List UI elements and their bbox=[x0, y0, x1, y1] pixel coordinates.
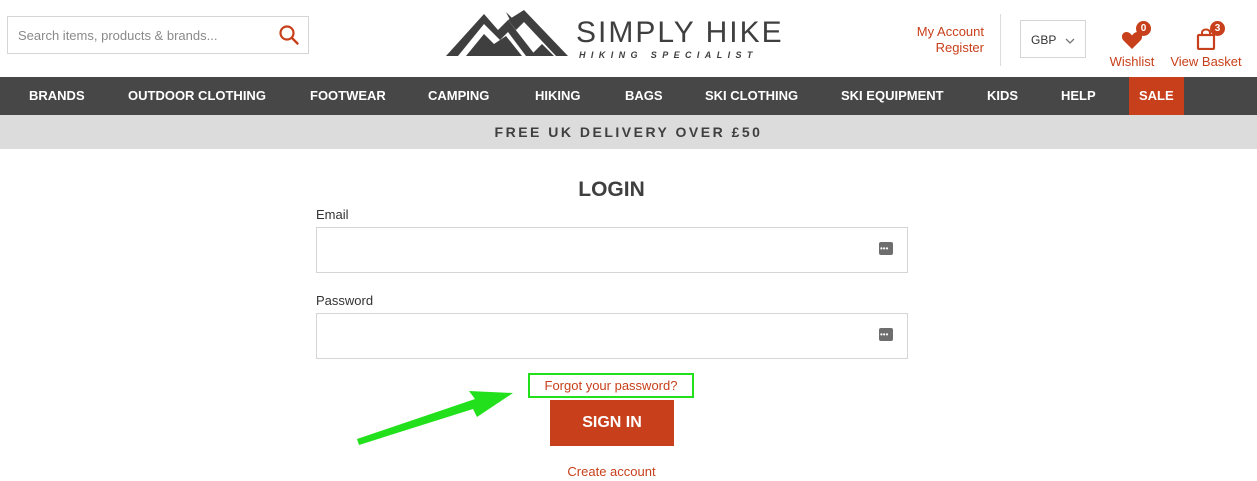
nav-item-ski-clothing[interactable]: SKI CLOTHING bbox=[705, 77, 798, 115]
heart-icon: 0 bbox=[1120, 21, 1151, 50]
logo-title: SIMPLY HIKE bbox=[576, 16, 784, 49]
page: SIMPLY HIKE HIKING SPECIALIST My Account… bbox=[0, 0, 1257, 481]
nav-item-camping[interactable]: CAMPING bbox=[428, 77, 489, 115]
currency-value: GBP bbox=[1031, 33, 1057, 47]
chevron-down-icon bbox=[1065, 34, 1075, 48]
nav-item-brands[interactable]: BRANDS bbox=[29, 77, 85, 115]
register-link[interactable]: Register bbox=[917, 40, 984, 56]
shopping-bag-icon: 3 bbox=[1194, 21, 1225, 51]
nav-item-hiking[interactable]: HIKING bbox=[535, 77, 581, 115]
nav-item-outdoor-clothing[interactable]: OUTDOOR CLOTHING bbox=[128, 77, 266, 115]
nav-item-help[interactable]: HELP bbox=[1061, 77, 1096, 115]
wishlist-link[interactable]: 0 Wishlist bbox=[1108, 21, 1156, 69]
nav-item-sale[interactable]: SALE bbox=[1129, 77, 1184, 115]
currency-select[interactable]: GBP bbox=[1020, 20, 1086, 58]
password-field[interactable] bbox=[317, 314, 867, 358]
nav-item-bags[interactable]: BAGS bbox=[625, 77, 663, 115]
mountain-logo-icon bbox=[446, 10, 568, 56]
email-field-wrapper bbox=[316, 227, 908, 273]
page-title: LOGIN bbox=[578, 178, 645, 201]
promo-banner: FREE UK DELIVERY OVER £50 bbox=[0, 115, 1257, 149]
forgot-password-link[interactable]: Forgot your password? bbox=[528, 373, 694, 398]
nav-item-ski-equipment[interactable]: SKI EQUIPMENT bbox=[841, 77, 944, 115]
search-box bbox=[7, 16, 309, 54]
header-divider bbox=[1000, 14, 1001, 66]
password-manager-icon[interactable] bbox=[879, 328, 893, 341]
basket-link[interactable]: 3 View Basket bbox=[1167, 21, 1245, 69]
search-icon[interactable] bbox=[278, 24, 300, 46]
account-links: My Account Register bbox=[917, 24, 984, 56]
password-manager-icon[interactable] bbox=[879, 242, 893, 255]
nav-item-kids[interactable]: KIDS bbox=[987, 77, 1018, 115]
search-input[interactable] bbox=[8, 17, 268, 53]
nav-item-footwear[interactable]: FOOTWEAR bbox=[310, 77, 386, 115]
basket-count-badge: 3 bbox=[1210, 21, 1225, 36]
site-logo[interactable]: SIMPLY HIKE HIKING SPECIALIST bbox=[446, 8, 786, 60]
wishlist-count-badge: 0 bbox=[1136, 21, 1151, 36]
sign-in-button[interactable]: SIGN IN bbox=[550, 400, 674, 446]
password-label: Password bbox=[316, 293, 374, 308]
site-header: SIMPLY HIKE HIKING SPECIALIST My Account… bbox=[0, 0, 1257, 77]
wishlist-label: Wishlist bbox=[1109, 54, 1155, 69]
my-account-link[interactable]: My Account bbox=[917, 24, 984, 40]
basket-label: View Basket bbox=[1170, 54, 1242, 69]
main-nav: BRANDS OUTDOOR CLOTHING FOOTWEAR CAMPING… bbox=[0, 77, 1257, 115]
logo-subtitle: HIKING SPECIALIST bbox=[579, 50, 758, 60]
create-account-link[interactable]: Create account bbox=[0, 464, 1223, 479]
password-field-wrapper bbox=[316, 313, 908, 359]
email-field[interactable] bbox=[317, 228, 867, 272]
arrow-annotation-icon bbox=[357, 391, 513, 445]
email-label: Email bbox=[316, 207, 349, 222]
